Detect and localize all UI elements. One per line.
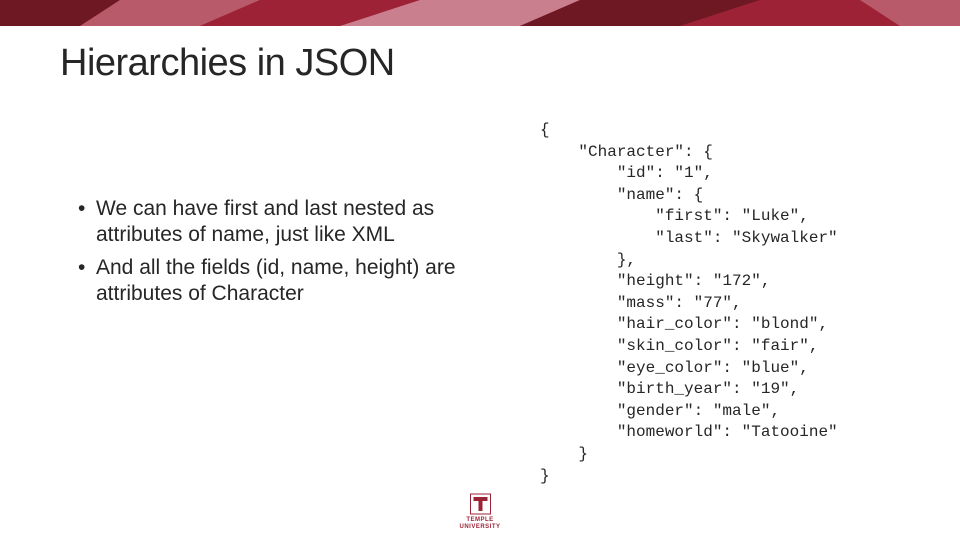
- bullet-dot-icon: •: [78, 196, 96, 249]
- top-banner: [0, 0, 960, 26]
- bullet-text: We can have first and last nested as att…: [96, 196, 458, 249]
- list-item: • And all the fields (id, name, height) …: [78, 255, 458, 308]
- page-title: Hierarchies in JSON: [60, 42, 395, 85]
- temple-logo: TEMPLE UNIVERSITY: [459, 492, 500, 530]
- bullet-dot-icon: •: [78, 255, 96, 308]
- json-code-block: { "Character": { "id": "1", "name": { "f…: [540, 120, 940, 487]
- bullet-list: • We can have first and last nested as a…: [78, 196, 458, 313]
- temple-t-icon: [468, 492, 492, 516]
- logo-label: TEMPLE: [459, 517, 500, 523]
- logo-sublabel: UNIVERSITY: [459, 524, 500, 530]
- list-item: • We can have first and last nested as a…: [78, 196, 458, 249]
- bullet-text: And all the fields (id, name, height) ar…: [96, 255, 458, 308]
